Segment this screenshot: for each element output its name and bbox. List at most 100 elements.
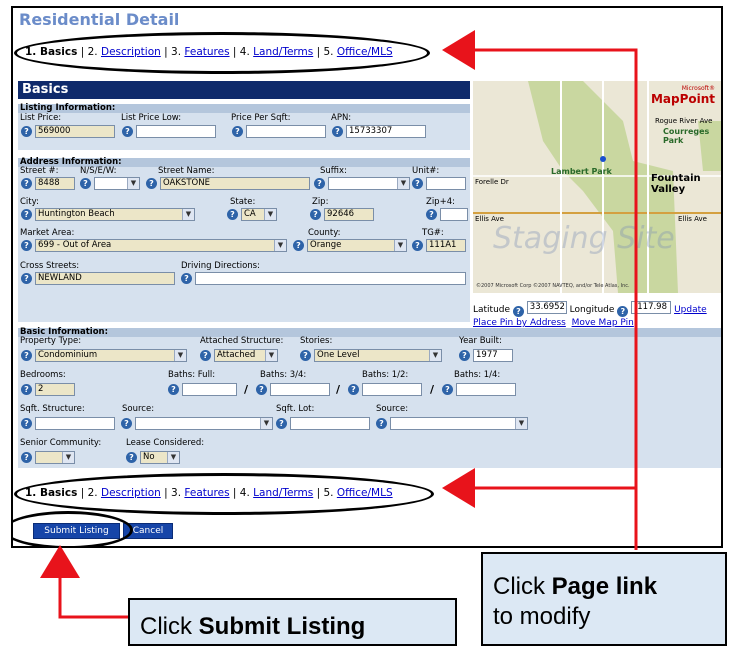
help-icon[interactable]: ? [21,126,32,137]
mappoint-brand-top: Microsoft® [681,85,715,92]
help-icon[interactable]: ? [80,178,91,189]
help-icon[interactable]: ? [21,240,32,251]
help-icon[interactable]: ? [332,126,343,137]
map-label-fountain: Fountain Valley [651,173,701,195]
help-icon[interactable]: ? [512,306,524,317]
callout-page-link-line2: to modify [493,603,591,630]
property-type-select[interactable]: Condominium ▼ [35,349,187,362]
sqft-lot-input[interactable] [290,417,370,430]
map-panel[interactable]: Microsoft® MapPoint Rogue River Ave Cour… [473,81,721,293]
baths-12-input[interactable] [362,383,422,396]
help-icon[interactable]: ? [21,452,32,463]
map-watermark: Staging Site [493,221,675,256]
senior-community-select[interactable]: ▼ [35,451,75,464]
attached-select[interactable]: Attached ▼ [214,349,278,362]
baths-full-input[interactable] [182,383,237,396]
market-area-select[interactable]: 699 - Out of Area ▼ [35,239,287,252]
lease-considered-select[interactable]: No ▼ [140,451,180,464]
zip4-label: Zip+4: [426,197,455,207]
baths-14-input[interactable] [456,383,516,396]
arrow-head-submit [40,545,80,578]
apn-input[interactable]: 15733307 [346,125,426,138]
chevron-down-icon: ▼ [264,209,276,220]
move-pin-link[interactable]: Move Map Pin [572,318,634,328]
unit-input[interactable] [426,177,466,190]
price-per-sqft-label: Price Per Sqft: [231,113,291,123]
map-label-forelle: Forelle Dr [475,178,509,186]
zip4-input[interactable] [440,208,468,221]
state-select[interactable]: CA ▼ [241,208,277,221]
zip-input[interactable]: 92646 [324,208,374,221]
help-icon[interactable]: ? [442,384,453,395]
latitude-input[interactable]: 33.6952 [526,301,567,314]
city-select[interactable]: Huntington Beach ▼ [35,208,195,221]
help-icon[interactable]: ? [412,178,423,189]
help-icon[interactable]: ? [126,452,137,463]
stories-select[interactable]: One Level ▼ [314,349,442,362]
help-icon[interactable]: ? [300,350,311,361]
tg-input[interactable]: 111A1 [426,239,466,252]
highlight-oval-nav-top [14,32,430,74]
help-icon[interactable]: ? [21,273,32,284]
list-price-input[interactable]: 569000 [35,125,115,138]
arrow-line-submit [58,578,128,619]
help-icon[interactable]: ? [617,306,629,317]
help-icon[interactable]: ? [412,240,423,251]
separator-slash: / [244,383,249,396]
chevron-down-icon: ▼ [429,350,441,361]
chevron-down-icon: ▼ [394,240,406,251]
help-icon[interactable]: ? [348,384,359,395]
source-select[interactable]: ▼ [135,417,273,430]
help-icon[interactable]: ? [122,126,133,137]
bedrooms-input[interactable]: 2 [35,383,75,396]
help-icon[interactable]: ? [314,178,325,189]
nsew-label: N/S/E/W: [80,166,117,176]
help-icon[interactable]: ? [426,209,437,220]
address-info-section: Address Information: Street #: ? 8488 N/… [18,158,470,322]
help-icon[interactable]: ? [168,384,179,395]
callout-page-link: Click Page link to modify [481,552,727,646]
help-icon[interactable]: ? [232,126,243,137]
county-select[interactable]: Orange ▼ [307,239,407,252]
help-icon[interactable]: ? [276,418,287,429]
help-icon[interactable]: ? [146,178,157,189]
help-icon[interactable]: ? [293,240,304,251]
nsew-select[interactable]: ▼ [94,177,140,190]
help-icon[interactable]: ? [21,384,32,395]
help-icon[interactable]: ? [21,418,32,429]
source2-select[interactable]: ▼ [390,417,528,430]
help-icon[interactable]: ? [121,418,132,429]
sqft-structure-input[interactable] [35,417,115,430]
list-price-low-input[interactable] [136,125,216,138]
basic-info-header: Basic Information: [18,328,721,337]
cross-streets-input[interactable]: NEWLAND [35,272,175,285]
help-icon[interactable]: ? [227,209,238,220]
street-name-input[interactable]: OAKSTONE [160,177,310,190]
tg-label: TG#: [422,228,444,238]
chevron-down-icon: ▼ [182,209,194,220]
help-icon[interactable]: ? [376,418,387,429]
city-label: City: [20,197,39,207]
help-icon[interactable]: ? [181,273,192,284]
driving-directions-input[interactable] [195,272,466,285]
map-label-courreges: Courreges Park [663,127,710,145]
update-link[interactable]: Update [674,305,707,315]
baths-34-input[interactable] [270,383,330,396]
help-icon[interactable]: ? [459,350,470,361]
help-icon[interactable]: ? [256,384,267,395]
property-type-label: Property Type: [20,336,82,346]
help-icon[interactable]: ? [21,178,32,189]
longitude-input[interactable]: -117.98 [631,301,672,314]
help-icon[interactable]: ? [310,209,321,220]
help-icon[interactable]: ? [21,350,32,361]
price-per-sqft-input[interactable] [246,125,326,138]
help-icon[interactable]: ? [200,350,211,361]
separator-slash: / [336,383,341,396]
chevron-down-icon: ▼ [167,452,179,463]
street-num-input[interactable]: 8488 [35,177,75,190]
help-icon[interactable]: ? [21,209,32,220]
map-label-lambert: Lambert Park [551,167,612,176]
year-built-input[interactable]: 1977 [473,349,513,362]
suffix-select[interactable]: ▼ [328,177,410,190]
place-pin-link[interactable]: Place Pin by Address [473,318,566,328]
